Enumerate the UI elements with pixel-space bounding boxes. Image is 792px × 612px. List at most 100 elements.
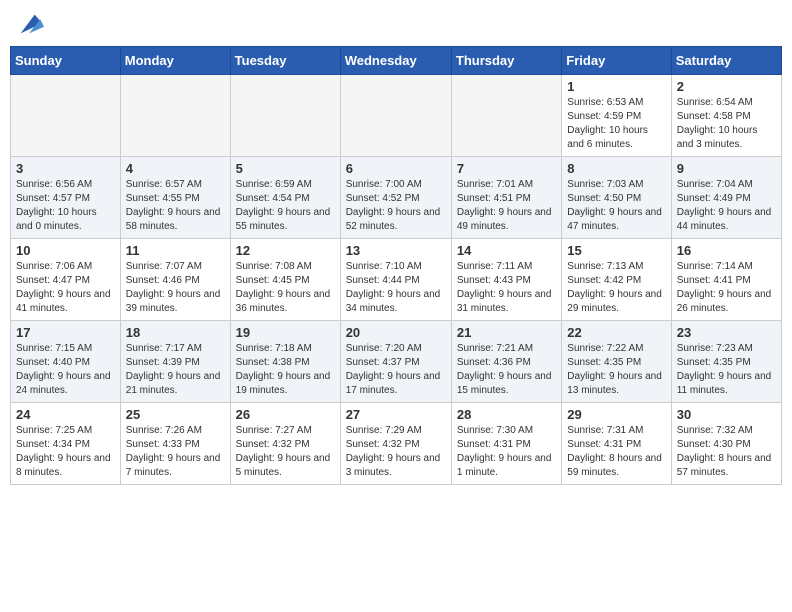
calendar-cell: 10Sunrise: 7:06 AM Sunset: 4:47 PM Dayli… — [11, 239, 121, 321]
calendar-cell: 5Sunrise: 6:59 AM Sunset: 4:54 PM Daylig… — [230, 157, 340, 239]
calendar-cell: 19 Sunrise: 7:18 AM Sunset: 4:38 PM Dayli… — [230, 321, 340, 403]
day-info: Sunrise: 7:18 AM Sunset: 4:38 PM Dayligh… — [236, 342, 335, 398]
day-info: Sunrise: 7:08 AM Sunset: 4:45 PM Dayligh… — [236, 260, 335, 316]
day-number: 3 — [16, 161, 115, 176]
day-number: 28 — [457, 407, 556, 422]
calendar-cell: 2 Sunrise: 6:54 AM Sunset: 4:58 PM Daylig… — [671, 75, 781, 157]
day-info: Sunrise: 7:29 AM Sunset: 4:32 PM Dayligh… — [346, 424, 446, 480]
day-info: Sunrise: 7:01 AM Sunset: 4:51 PM Dayligh… — [457, 178, 556, 234]
day-number: 30 — [677, 407, 776, 422]
day-info: Sunrise: 6:57 AM Sunset: 4:55 PM Dayligh… — [126, 178, 225, 234]
calendar-week-row: 10Sunrise: 7:06 AM Sunset: 4:47 PM Dayli… — [11, 239, 782, 321]
day-info: Sunrise: 7:03 AM Sunset: 4:50 PM Dayligh… — [567, 178, 665, 234]
calendar-cell: 12 Sunrise: 7:08 AM Sunset: 4:45 PM Dayli… — [230, 239, 340, 321]
day-info: Sunrise: 7:25 AM Sunset: 4:34 PM Dayligh… — [16, 424, 115, 480]
calendar-week-row: 1 Sunrise: 6:53 AM Sunset: 4:59 PM Daylig… — [11, 75, 782, 157]
weekday-header-saturday: Saturday — [671, 47, 781, 75]
day-number: 27 — [346, 407, 446, 422]
day-number: 13 — [346, 243, 446, 258]
day-info: Sunrise: 7:00 AM Sunset: 4:52 PM Dayligh… — [346, 178, 446, 234]
day-info: Sunrise: 6:59 AM Sunset: 4:54 PM Dayligh… — [236, 178, 335, 234]
calendar-cell: 15 Sunrise: 7:13 AM Sunset: 4:42 PM Dayli… — [562, 239, 671, 321]
calendar-cell: 1 Sunrise: 6:53 AM Sunset: 4:59 PM Daylig… — [562, 75, 671, 157]
day-number: 16 — [677, 243, 776, 258]
calendar-cell: 13 Sunrise: 7:10 AM Sunset: 4:44 PM Dayli… — [340, 239, 451, 321]
day-number: 11 — [126, 243, 225, 258]
calendar-table: SundayMondayTuesdayWednesdayThursdayFrid… — [10, 46, 782, 485]
day-number: 19 — [236, 325, 335, 340]
logo-icon — [16, 10, 44, 38]
calendar-header-row: SundayMondayTuesdayWednesdayThursdayFrid… — [11, 47, 782, 75]
calendar-cell: 27 Sunrise: 7:29 AM Sunset: 4:32 PM Dayli… — [340, 403, 451, 485]
day-info: Sunrise: 7:21 AM Sunset: 4:36 PM Dayligh… — [457, 342, 556, 398]
calendar-week-row: 24 Sunrise: 7:25 AM Sunset: 4:34 PM Dayli… — [11, 403, 782, 485]
day-number: 15 — [567, 243, 665, 258]
day-info: Sunrise: 7:07 AM Sunset: 4:46 PM Dayligh… — [126, 260, 225, 316]
day-number: 9 — [677, 161, 776, 176]
day-number: 24 — [16, 407, 115, 422]
calendar-cell: 18Sunrise: 7:17 AM Sunset: 4:39 PM Dayli… — [120, 321, 230, 403]
calendar-week-row: 3 Sunrise: 6:56 AM Sunset: 4:57 PM Daylig… — [11, 157, 782, 239]
calendar-cell: 23Sunrise: 7:23 AM Sunset: 4:35 PM Dayli… — [671, 321, 781, 403]
calendar-cell: 26 Sunrise: 7:27 AM Sunset: 4:32 PM Dayli… — [230, 403, 340, 485]
logo — [14, 10, 44, 38]
day-number: 2 — [677, 79, 776, 94]
calendar-cell: 25Sunrise: 7:26 AM Sunset: 4:33 PM Dayli… — [120, 403, 230, 485]
day-number: 26 — [236, 407, 335, 422]
weekday-header-wednesday: Wednesday — [340, 47, 451, 75]
day-info: Sunrise: 7:20 AM Sunset: 4:37 PM Dayligh… — [346, 342, 446, 398]
calendar-cell: 28 Sunrise: 7:30 AM Sunset: 4:31 PM Dayli… — [451, 403, 561, 485]
day-info: Sunrise: 6:56 AM Sunset: 4:57 PM Dayligh… — [16, 178, 115, 234]
day-number: 20 — [346, 325, 446, 340]
calendar-cell: 22 Sunrise: 7:22 AM Sunset: 4:35 PM Dayli… — [562, 321, 671, 403]
day-number: 12 — [236, 243, 335, 258]
calendar-cell: 7 Sunrise: 7:01 AM Sunset: 4:51 PM Daylig… — [451, 157, 561, 239]
calendar-cell — [120, 75, 230, 157]
day-info: Sunrise: 7:13 AM Sunset: 4:42 PM Dayligh… — [567, 260, 665, 316]
calendar-cell — [230, 75, 340, 157]
calendar-cell: 4 Sunrise: 6:57 AM Sunset: 4:55 PM Daylig… — [120, 157, 230, 239]
calendar-week-row: 17Sunrise: 7:15 AM Sunset: 4:40 PM Dayli… — [11, 321, 782, 403]
calendar-cell: 29Sunrise: 7:31 AM Sunset: 4:31 PM Dayli… — [562, 403, 671, 485]
day-number: 1 — [567, 79, 665, 94]
calendar-cell: 21 Sunrise: 7:21 AM Sunset: 4:36 PM Dayli… — [451, 321, 561, 403]
day-number: 14 — [457, 243, 556, 258]
calendar-cell: 6 Sunrise: 7:00 AM Sunset: 4:52 PM Daylig… — [340, 157, 451, 239]
weekday-header-monday: Monday — [120, 47, 230, 75]
day-info: Sunrise: 7:14 AM Sunset: 4:41 PM Dayligh… — [677, 260, 776, 316]
day-info: Sunrise: 7:22 AM Sunset: 4:35 PM Dayligh… — [567, 342, 665, 398]
day-info: Sunrise: 6:54 AM Sunset: 4:58 PM Dayligh… — [677, 96, 776, 152]
calendar-cell: 9Sunrise: 7:04 AM Sunset: 4:49 PM Daylig… — [671, 157, 781, 239]
calendar-cell — [340, 75, 451, 157]
day-number: 10 — [16, 243, 115, 258]
weekday-header-sunday: Sunday — [11, 47, 121, 75]
day-info: Sunrise: 7:27 AM Sunset: 4:32 PM Dayligh… — [236, 424, 335, 480]
day-info: Sunrise: 7:11 AM Sunset: 4:43 PM Dayligh… — [457, 260, 556, 316]
day-info: Sunrise: 7:32 AM Sunset: 4:30 PM Dayligh… — [677, 424, 776, 480]
calendar-cell: 20 Sunrise: 7:20 AM Sunset: 4:37 PM Dayli… — [340, 321, 451, 403]
day-number: 6 — [346, 161, 446, 176]
day-info: Sunrise: 7:23 AM Sunset: 4:35 PM Dayligh… — [677, 342, 776, 398]
calendar-cell: 17Sunrise: 7:15 AM Sunset: 4:40 PM Dayli… — [11, 321, 121, 403]
day-number: 29 — [567, 407, 665, 422]
day-number: 7 — [457, 161, 556, 176]
calendar-cell: 11 Sunrise: 7:07 AM Sunset: 4:46 PM Dayli… — [120, 239, 230, 321]
day-info: Sunrise: 7:30 AM Sunset: 4:31 PM Dayligh… — [457, 424, 556, 480]
day-info: Sunrise: 7:10 AM Sunset: 4:44 PM Dayligh… — [346, 260, 446, 316]
weekday-header-thursday: Thursday — [451, 47, 561, 75]
calendar-cell: 8 Sunrise: 7:03 AM Sunset: 4:50 PM Daylig… — [562, 157, 671, 239]
calendar-cell: 16 Sunrise: 7:14 AM Sunset: 4:41 PM Dayli… — [671, 239, 781, 321]
calendar-cell: 30 Sunrise: 7:32 AM Sunset: 4:30 PM Dayli… — [671, 403, 781, 485]
day-number: 22 — [567, 325, 665, 340]
calendar-cell: 24 Sunrise: 7:25 AM Sunset: 4:34 PM Dayli… — [11, 403, 121, 485]
day-number: 21 — [457, 325, 556, 340]
calendar-cell — [451, 75, 561, 157]
day-info: Sunrise: 6:53 AM Sunset: 4:59 PM Dayligh… — [567, 96, 665, 152]
page-header — [10, 10, 782, 38]
day-info: Sunrise: 7:15 AM Sunset: 4:40 PM Dayligh… — [16, 342, 115, 398]
weekday-header-tuesday: Tuesday — [230, 47, 340, 75]
calendar-cell: 3 Sunrise: 6:56 AM Sunset: 4:57 PM Daylig… — [11, 157, 121, 239]
day-number: 4 — [126, 161, 225, 176]
day-number: 8 — [567, 161, 665, 176]
calendar-cell: 14 Sunrise: 7:11 AM Sunset: 4:43 PM Dayli… — [451, 239, 561, 321]
